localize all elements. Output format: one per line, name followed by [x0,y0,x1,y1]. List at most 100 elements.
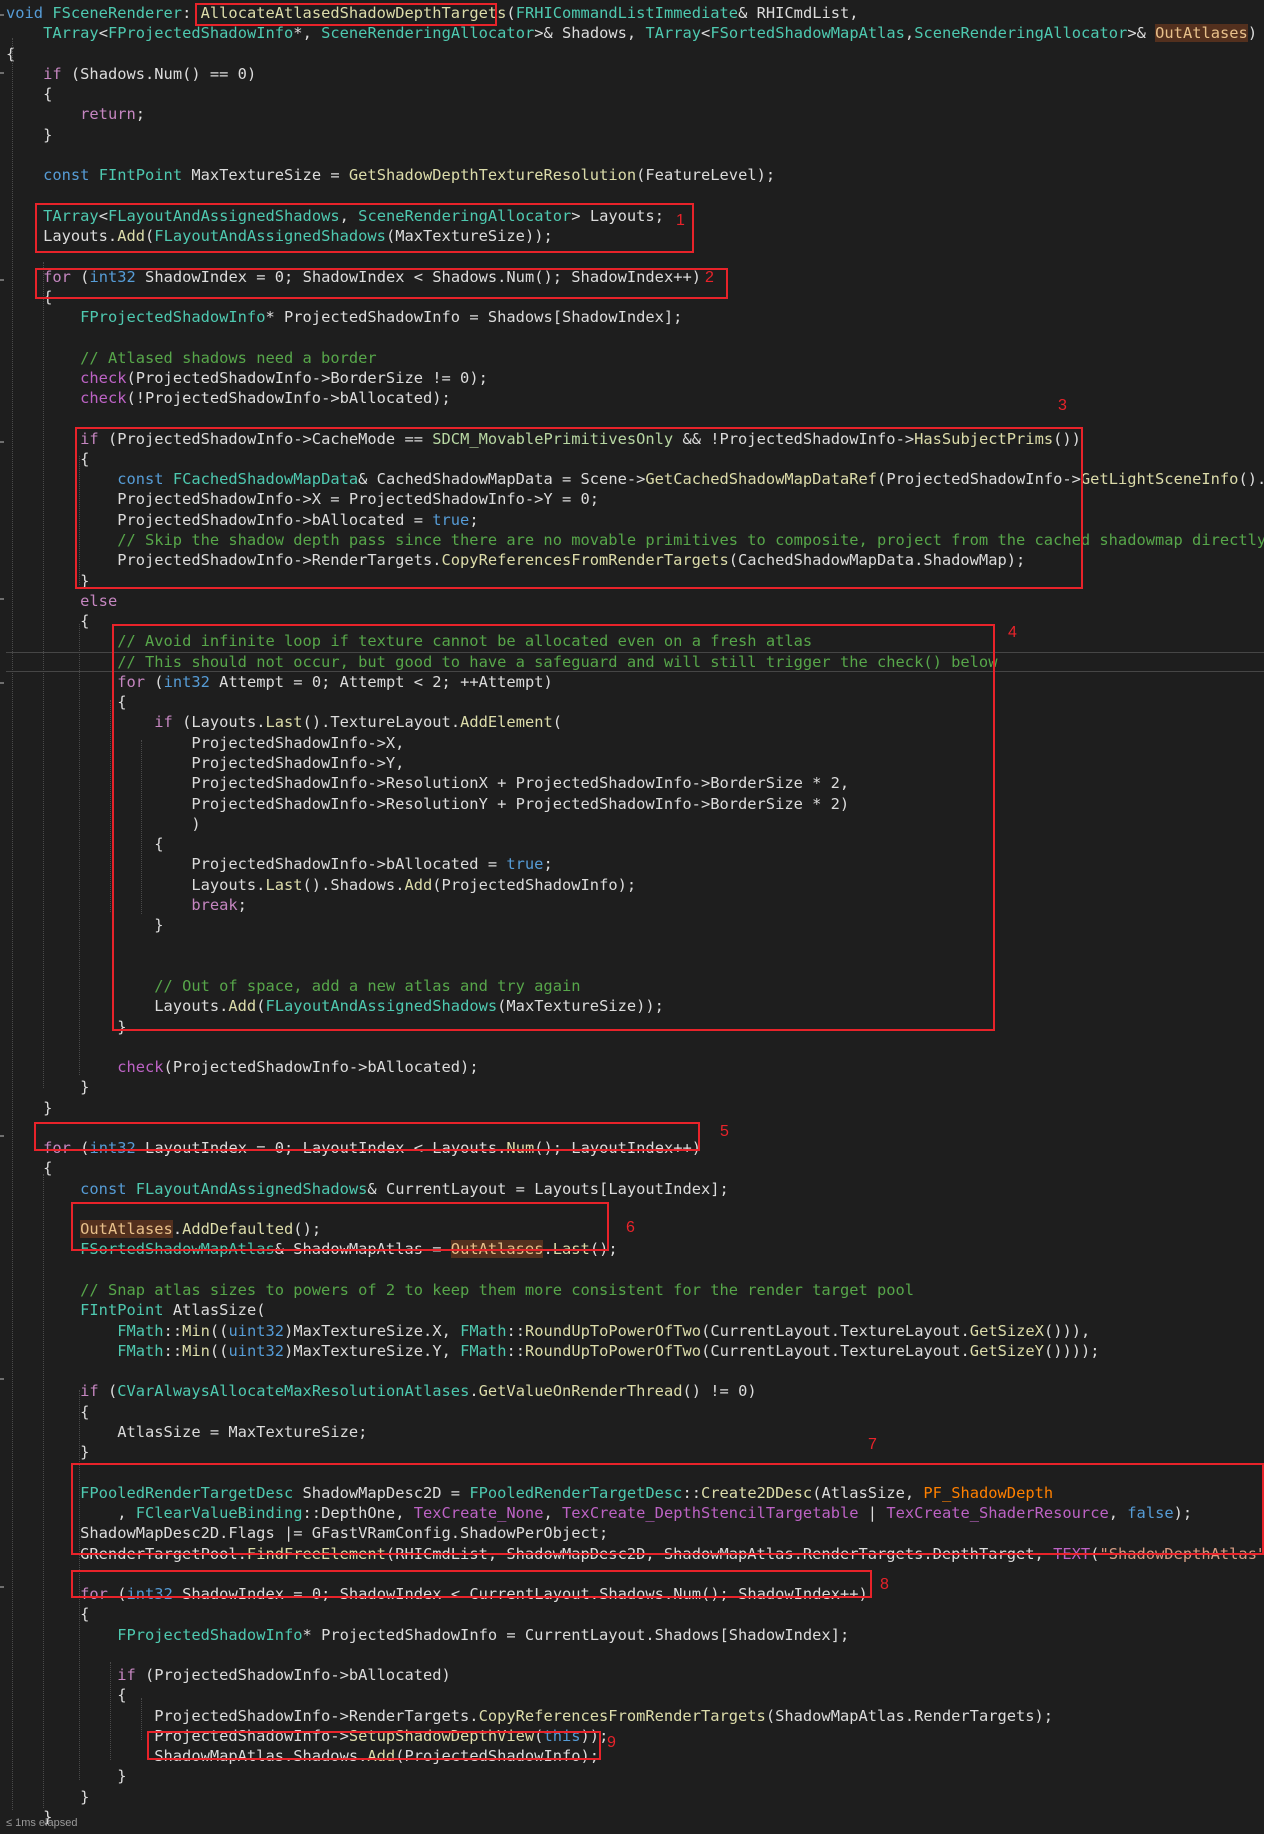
code-token: } [6,1787,90,1806]
fold-marker-icon[interactable] [0,1586,4,1588]
indent-guide [110,700,111,912]
code-token: AtlasSize( [163,1301,266,1320]
code-token: GetValueOnRenderThread [478,1382,683,1401]
code-token: () != 0) [682,1382,757,1401]
code-editor[interactable]: void FSceneRenderer::AllocateAtlasedShad… [0,0,1264,1834]
code-token: *, [293,24,322,43]
indent-guide [43,1174,44,1808]
code-token: FIntPoint [98,166,183,185]
code-token: * ProjectedShadowInfo = Shadows[ShadowIn… [265,308,683,327]
code-line: if (ProjectedShadowInfo->bAllocated) [6,1665,451,1685]
annotation-number: 9 [607,1734,616,1751]
code-token: (ShadowMapAtlas.RenderTargets); [765,1706,1054,1725]
code-token: ())), [1043,1321,1091,1340]
indent-guide [12,38,13,1810]
fold-marker-icon[interactable] [0,1135,4,1137]
code-line: // Snap atlas sizes to powers of 2 to ke… [6,1280,914,1300]
code-line: // Atlased shadows need a border [6,348,377,368]
code-line: { [6,44,15,64]
annotation-box [112,624,995,1031]
code-line: TArray<FProjectedShadowInfo*, SceneRende… [6,23,1257,43]
code-token: . [469,1382,479,1401]
indent-guide [43,262,44,1088]
annotation-box [34,1122,700,1151]
code-token: } [6,1078,90,1097]
code-line: ProjectedShadowInfo->RenderTargets.CopyR… [6,1706,1053,1726]
code-token: { [6,44,16,63]
code-line: const FIntPoint MaxTextureSize = GetShad… [6,165,775,185]
indent-guide [141,1698,142,1740]
code-token: ()))); [1043,1341,1100,1360]
fold-marker-icon[interactable] [0,441,4,443]
code-token: FSceneRenderer [52,4,183,22]
code-token: RoundUpToPowerOfTwo [525,1341,702,1360]
code-token: ().Id); [1238,470,1264,489]
code-line: { [6,611,89,631]
indent-guide [110,1662,111,1760]
code-token: } [6,1443,90,1462]
code-token: & RHICmdList, [738,4,859,22]
code-token: SceneRenderingAllocator [321,24,535,43]
code-token: GetShadowDepthTextureResolution [348,166,637,185]
code-token: (ProjectedShadowInfo->bAllocated) [135,1666,451,1685]
annotation-box [75,427,1083,589]
fold-marker-icon[interactable] [0,72,4,74]
code-token: (Shadows.Num() == 0) [61,64,257,83]
code-token: MaxTextureSize = [182,166,349,185]
annotation-box [71,1570,872,1598]
code-token: (( [209,1321,229,1340]
code-token: TArray [43,24,99,43]
code-token: else [80,591,118,610]
code-token: (!ProjectedShadowInfo->bAllocated); [126,389,451,408]
code-line: return; [6,104,145,124]
code-line: if (CVarAlwaysAllocateMaxResolutionAtlas… [6,1381,757,1401]
code-token: uint32 [228,1341,285,1360]
code-line: } [6,1766,126,1786]
code-token: uint32 [228,1321,285,1340]
code-token: & CurrentLayout = Layouts[LayoutIndex]; [367,1179,729,1198]
code-line: FProjectedShadowInfo* ProjectedShadowInf… [6,307,682,327]
code-token: { [6,1402,90,1421]
annotation-number: 2 [705,269,714,286]
code-line: } [6,1787,89,1807]
code-token: CopyReferencesFromRenderTargets [478,1706,766,1725]
fold-marker-icon[interactable] [0,1378,4,1380]
fold-marker-icon[interactable] [0,598,4,600]
fold-marker-icon[interactable] [0,682,4,684]
code-token: const [80,1179,136,1198]
annotation-box [147,1731,601,1760]
code-token: return [80,105,136,124]
code-token: FMath [460,1321,507,1340]
code-line: { [6,692,126,712]
code-token: >& [1127,24,1156,43]
code-line: FIntPoint AtlasSize( [6,1300,265,1320]
code-token: CVarAlwaysAllocateMaxResolutionAtlases [117,1382,470,1401]
code-token: * ProjectedShadowInfo = CurrentLayout.Sh… [302,1625,850,1644]
fold-marker-icon[interactable] [0,279,4,281]
code-token: GetSizeY [969,1341,1044,1360]
code-line: } [6,1077,89,1097]
annotation-box [35,268,728,299]
code-token: :: [506,1341,526,1360]
fold-marker-icon[interactable] [0,14,4,16]
code-token: { [6,1686,127,1705]
code-token: FMath [460,1341,507,1360]
code-token: TArray [645,24,702,43]
code-token: Min [182,1321,210,1340]
code-token: FMath [117,1341,164,1360]
code-token: FSortedShadowMapAtlas [710,24,905,43]
annotation-box [71,1202,609,1251]
code-line: check(!ProjectedShadowInfo->bAllocated); [6,388,451,408]
code-line: FProjectedShadowInfo* ProjectedShadowInf… [6,1625,849,1645]
indent-guide [79,624,80,1075]
code-token: { [6,693,127,712]
code-token: FLayoutAndAssignedShadows [135,1179,368,1198]
code-token: if [117,1666,136,1685]
code-token: , [904,24,915,43]
